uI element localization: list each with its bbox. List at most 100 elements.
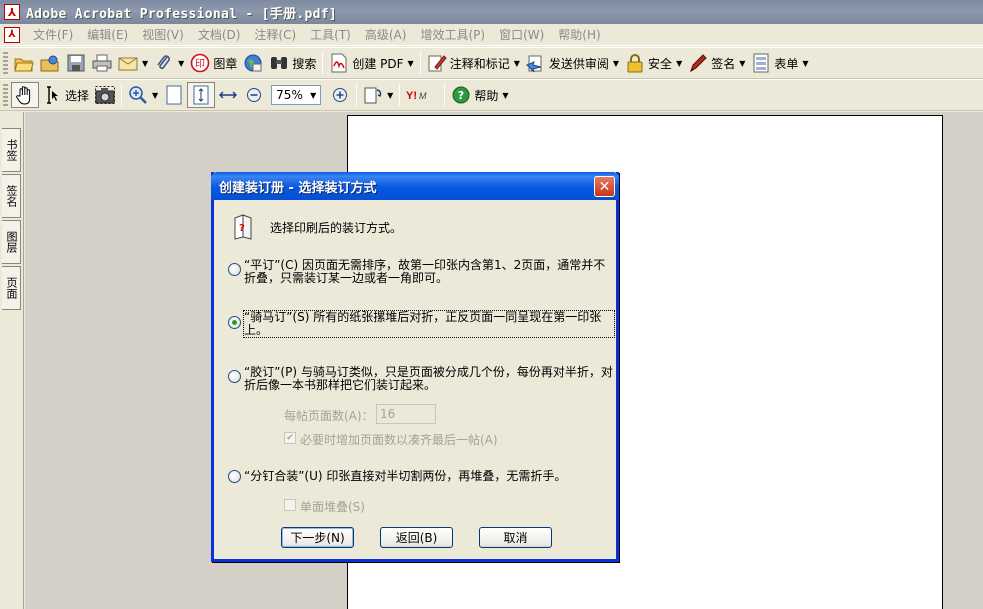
menu-edit[interactable]: 编辑(E) [80, 26, 135, 43]
chevron-down-icon: ▼ [802, 58, 809, 68]
yahoo-button[interactable]: Y! M [403, 82, 441, 108]
window-title-bar[interactable]: ⅄ Adobe Acrobat Professional - [手册.pdf] [0, 0, 983, 24]
document-menu-icon[interactable]: ⅄ [4, 26, 20, 43]
chevron-down-icon: ▼ [142, 58, 149, 68]
menu-document[interactable]: 文档(D) [191, 26, 248, 43]
security-label: 安全 [648, 56, 673, 71]
actual-size-button[interactable] [161, 82, 187, 108]
create-pdf-label: 创建 PDF [352, 56, 404, 71]
open-folder-icon [14, 53, 34, 73]
search-button[interactable]: 搜索 [266, 50, 319, 76]
zoom-level-select[interactable]: 75% ▼ [271, 85, 322, 105]
toolbar-separator [444, 84, 446, 106]
send-review-icon [525, 53, 546, 73]
option-split-stack-label[interactable]: “分钉合装”(U) 印张直接对半切割两份，再堆叠，无需折手。 [244, 470, 614, 483]
minus-circle-icon [244, 85, 264, 105]
hand-tool-button[interactable] [11, 82, 39, 108]
create-pdf-button[interactable]: 创建 PDF ▼ [326, 50, 416, 76]
tab-signatures[interactable]: 签名 [2, 174, 21, 218]
radio-saddle-stitch[interactable] [228, 316, 241, 329]
stamp-icon: 印 [190, 53, 210, 73]
comment-pen-icon [427, 53, 447, 73]
attach-button[interactable]: ▼ [151, 50, 187, 76]
send-review-button[interactable]: 发送供审阅 ▼ [523, 50, 622, 76]
svg-text:印: 印 [195, 58, 205, 70]
chevron-down-icon[interactable]: ▼ [306, 86, 320, 104]
form-icon [751, 53, 771, 73]
hand-icon [15, 85, 35, 105]
security-button[interactable]: 安全 ▼ [622, 50, 685, 76]
fit-width-icon [218, 85, 238, 105]
snapshot-button[interactable] [92, 82, 118, 108]
checkmark-icon: ✔ [286, 433, 294, 443]
main-toolbar: ▼ ▼ 印图章 搜索 创建 PDF ▼ 注释和标记 ▼ 发送供审阅 ▼ 安全 ▼ 签名 ▼… [0, 47, 983, 79]
svg-text:?: ? [239, 223, 245, 234]
single-stack-checkbox[interactable] [284, 499, 296, 511]
pages-rotate-icon [363, 85, 383, 105]
globe-button[interactable] [240, 50, 266, 76]
zoom-in-button[interactable] [327, 82, 353, 108]
option-flat-binding-label[interactable]: “平订”(C) 因页面无需排序，故第一印张内含第1、2页面，通常并不折叠，只需装… [244, 259, 614, 285]
mail-icon [118, 53, 138, 73]
select-tool-label: 选择 [65, 88, 90, 103]
chevron-down-icon: ▼ [612, 58, 620, 68]
close-icon[interactable]: ✕ [594, 176, 615, 197]
email-button[interactable]: ▼ [115, 50, 151, 76]
dialog-prompt: 选择印刷后的装订方式。 [270, 221, 403, 235]
chevron-down-icon: ▼ [387, 90, 394, 100]
radio-split-stack[interactable] [228, 470, 241, 483]
comment-markup-label: 注释和标记 [449, 56, 510, 71]
radio-perfect-binding[interactable] [228, 370, 241, 383]
stamp-button[interactable]: 印图章 [187, 50, 240, 76]
svg-text:?: ? [458, 89, 464, 102]
booklet-binding-dialog: 创建装订册 - 选择装订方式 ✕ ? 选择印刷后的装订方式。 “平订”(C) 因… [211, 172, 619, 562]
help-button[interactable]: ? 帮助 ▼ [448, 82, 511, 108]
toolbar-grip[interactable] [3, 52, 8, 74]
add-pages-checkbox[interactable]: ✔ [284, 432, 296, 444]
option-perfect-binding-label[interactable]: “胶订”(P) 与骑马订类似，只是页面被分成几个份，每份再对半折，对折后像一本书… [244, 366, 614, 392]
save-button[interactable] [63, 50, 89, 76]
open-button[interactable] [11, 50, 37, 76]
dialog-title-bar[interactable]: 创建装订册 - 选择装订方式 ✕ [211, 172, 619, 200]
radio-flat-binding[interactable] [228, 263, 241, 276]
fit-width-button[interactable] [215, 82, 241, 108]
forms-button[interactable]: 表单 ▼ [748, 50, 811, 76]
back-button[interactable]: 返回(B) [380, 527, 453, 548]
menu-tools[interactable]: 工具(T) [303, 26, 358, 43]
organizer-button[interactable] [37, 50, 63, 76]
menu-window[interactable]: 窗口(W) [492, 26, 551, 43]
menu-advanced[interactable]: 高级(A) [358, 26, 414, 43]
fit-page-icon [191, 85, 211, 105]
zoom-in-tool-button[interactable]: ▼ [125, 82, 161, 108]
tab-pages[interactable]: 页面 [2, 266, 21, 310]
menu-help[interactable]: 帮助(H) [551, 26, 607, 43]
tab-bookmarks[interactable]: 书签 [2, 128, 21, 172]
pages-per-signature-input[interactable]: 16 [376, 404, 436, 424]
menu-comments[interactable]: 注释(C) [247, 26, 303, 43]
select-tool-button[interactable]: 选择 [39, 82, 92, 108]
cancel-button[interactable]: 取消 [479, 527, 552, 548]
toolbar-separator [121, 84, 123, 106]
fit-page-button[interactable] [187, 82, 216, 108]
tab-bookmarks-label: 书签 [5, 139, 18, 161]
plus-circle-icon [330, 85, 350, 105]
chevron-down-icon: ▼ [676, 58, 683, 68]
view-toolbar: 选择 ▼ 75% ▼ ▼ Y! M ? 帮助 ▼ [0, 79, 983, 111]
next-button[interactable]: 下一步(N) [281, 527, 354, 548]
print-button[interactable] [89, 50, 115, 76]
binoculars-icon [269, 53, 289, 73]
tab-layers[interactable]: 图层 [2, 220, 21, 264]
sign-label: 签名 [711, 56, 736, 71]
menu-file[interactable]: 文件(F) [26, 26, 80, 43]
zoom-out-button[interactable] [241, 82, 267, 108]
menu-plugins[interactable]: 增效工具(P) [413, 26, 492, 43]
rotate-view-button[interactable]: ▼ [360, 82, 396, 108]
globe-icon [243, 53, 263, 73]
option-saddle-stitch-label[interactable]: “骑马订”(S) 所有的纸张摞堆后对折，正反页面一同呈现在第一印张上。 [243, 310, 615, 338]
comment-markup-button[interactable]: 注释和标记 ▼ [424, 50, 523, 76]
toolbar-grip[interactable] [3, 84, 8, 106]
sign-button[interactable]: 签名 ▼ [685, 50, 748, 76]
actual-size-icon [164, 85, 184, 105]
text-cursor-icon [42, 85, 62, 105]
menu-view[interactable]: 视图(V) [135, 26, 191, 43]
